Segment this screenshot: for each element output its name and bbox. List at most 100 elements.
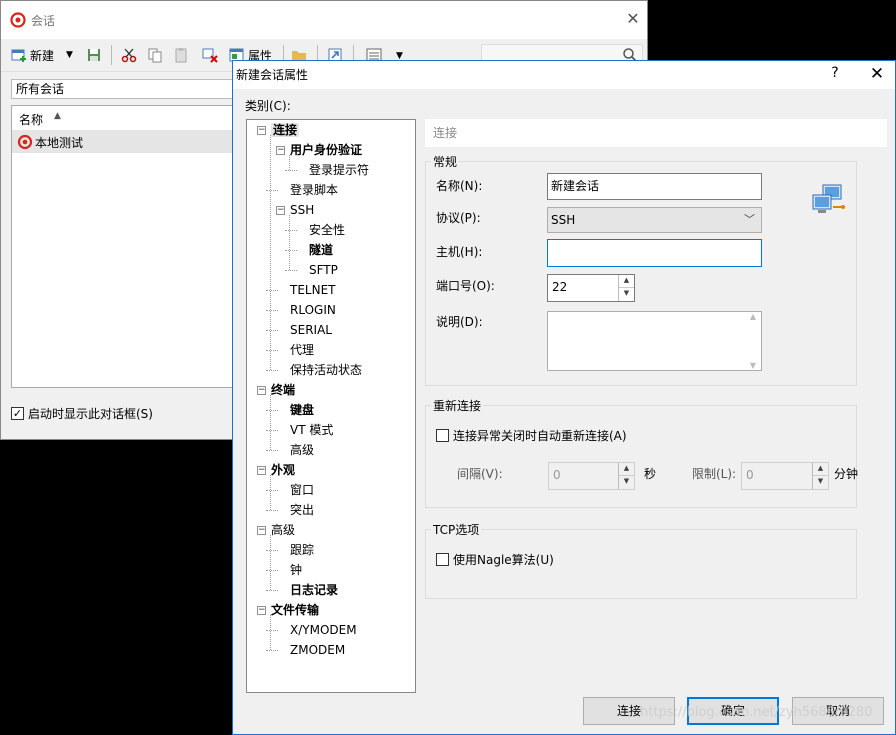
limit-stepper-buttons[interactable]: ▲ ▼ <box>812 463 828 489</box>
spin-up-icon[interactable]: ▲ <box>619 463 634 476</box>
session-list-item[interactable]: 本地测试 <box>12 131 240 153</box>
tree-item-label: 用户身份验证 <box>290 143 363 157</box>
spin-down-icon[interactable]: ▼ <box>813 476 828 489</box>
copy-icon[interactable] <box>147 47 163 63</box>
spin-down-icon[interactable]: ▼ <box>619 288 634 301</box>
session-properties-dialog: 新建会话属性 ? ✕ 类别(C): 连接 − 用户身份验证 − 登录提示符 登录脚本 SSH… <box>232 60 896 735</box>
session-window-titlebar: 会话 ✕ <box>1 1 647 39</box>
tree-item[interactable]: 保持活动状态 <box>290 360 362 380</box>
show-on-startup-checkbox[interactable]: ✓ <box>11 407 24 420</box>
category-label: 类别(C): <box>245 99 291 113</box>
auto-reconnect-option[interactable]: 连接异常关闭时自动重新连接(A) <box>436 427 627 444</box>
tree-connector <box>289 155 290 170</box>
tree-item[interactable]: TELNET <box>290 280 336 300</box>
tree-item[interactable]: 终端 <box>271 380 295 400</box>
limit-stepper[interactable]: 0 ▲ ▼ <box>741 462 829 490</box>
tree-item[interactable]: 安全性 <box>309 220 345 240</box>
scrollbar[interactable]: ▲ ▼ <box>745 312 761 370</box>
tree-connector <box>270 395 271 450</box>
toolbar-separator <box>111 45 112 65</box>
tree-item[interactable]: SSH <box>290 200 314 220</box>
tree-item-label: TELNET <box>290 283 336 297</box>
chevron-down-icon[interactable]: ▼ <box>66 50 73 60</box>
tree-connector <box>285 170 297 171</box>
page-heading: 连接 <box>425 119 887 147</box>
paste-icon[interactable] <box>173 47 189 63</box>
session-folder-path[interactable]: 所有会话 <box>11 79 241 99</box>
tree-item[interactable]: ZMODEM <box>290 640 345 660</box>
tree-item[interactable]: 外观 <box>271 460 295 480</box>
nagle-option[interactable]: 使用Nagle算法(U) <box>436 551 554 568</box>
tree-connector <box>266 550 278 551</box>
session-list-header[interactable]: 名称 ▲ <box>12 106 240 131</box>
dialog-close-button[interactable]: ✕ <box>867 64 887 84</box>
new-session-button[interactable]: 新建 ▼ <box>11 43 73 67</box>
collapse-icon[interactable]: − <box>257 466 266 475</box>
session-window-title: 会话 <box>31 14 56 28</box>
show-on-startup-option[interactable]: ✓ 启动时显示此对话框(S) <box>11 405 153 422</box>
help-button[interactable]: ? <box>825 65 845 85</box>
tree-connector <box>266 430 278 431</box>
cut-icon[interactable] <box>121 47 137 63</box>
description-textarea[interactable]: ▲ ▼ <box>547 311 762 371</box>
tree-connector <box>285 270 297 271</box>
tree-item[interactable]: 高级 <box>290 440 314 460</box>
tree-connector <box>289 215 290 270</box>
collapse-icon[interactable]: − <box>276 206 285 215</box>
spin-up-icon[interactable]: ▲ <box>813 463 828 476</box>
protocol-select[interactable]: SSH ﹀ <box>547 207 762 233</box>
session-window-close-button[interactable]: ✕ <box>623 9 643 29</box>
column-header-name[interactable]: 名称 <box>19 111 43 128</box>
tree-item[interactable]: 窗口 <box>290 480 314 500</box>
tree-item-label: 代理 <box>290 343 315 357</box>
collapse-icon[interactable]: − <box>257 386 266 395</box>
collapse-icon[interactable]: − <box>276 146 285 155</box>
host-input[interactable] <box>547 239 762 267</box>
spin-up-icon[interactable]: ▲ <box>619 275 634 288</box>
tree-item[interactable]: 连接 <box>271 120 300 140</box>
tree-connector <box>266 630 278 631</box>
port-stepper-buttons[interactable]: ▲ ▼ <box>618 275 634 301</box>
tree-item[interactable]: 登录脚本 <box>290 180 338 200</box>
tree-item[interactable]: 登录提示符 <box>309 160 369 180</box>
tree-item[interactable]: 突出 <box>290 500 314 520</box>
interval-stepper[interactable]: 0 ▲ ▼ <box>548 462 635 490</box>
tree-item[interactable]: 日志记录 <box>290 580 338 600</box>
collapse-icon[interactable]: − <box>257 526 266 535</box>
tree-item[interactable]: 键盘 <box>290 400 314 420</box>
tree-item[interactable]: 高级 <box>271 520 295 540</box>
delete-icon[interactable] <box>202 47 218 63</box>
tree-connector <box>285 250 297 251</box>
interval-stepper-buttons[interactable]: ▲ ▼ <box>618 463 634 489</box>
tree-item[interactable]: 隧道 <box>309 240 333 260</box>
tree-item-label: ZMODEM <box>290 643 346 657</box>
tree-item[interactable]: 文件传输 <box>271 600 319 620</box>
tree-item-label: 键盘 <box>290 403 315 417</box>
tree-connector <box>285 230 297 231</box>
tree-item[interactable]: SFTP <box>309 260 338 280</box>
tree-item[interactable]: SERIAL <box>290 320 332 340</box>
tree-item-label: SSH <box>290 203 315 217</box>
save-icon[interactable] <box>86 47 102 63</box>
network-computers-icon <box>812 184 845 213</box>
auto-reconnect-checkbox[interactable] <box>436 429 449 442</box>
tree-connector <box>266 290 278 291</box>
spin-down-icon[interactable]: ▼ <box>619 476 634 489</box>
tree-item[interactable]: 跟踪 <box>290 540 314 560</box>
nagle-checkbox[interactable] <box>436 553 449 566</box>
nagle-label: 使用Nagle算法(U) <box>453 553 554 567</box>
host-label: 主机(H): <box>436 245 483 259</box>
tree-connector <box>270 535 271 590</box>
protocol-label: 协议(P): <box>436 211 481 225</box>
tree-item[interactable]: RLOGIN <box>290 300 336 320</box>
collapse-icon[interactable]: − <box>257 126 266 135</box>
collapse-icon[interactable]: − <box>257 606 266 615</box>
tree-connector <box>266 650 278 651</box>
tree-item[interactable]: 用户身份验证 <box>290 140 362 160</box>
tree-item[interactable]: 代理 <box>290 340 314 360</box>
tree-item[interactable]: X/YMODEM <box>290 620 357 640</box>
port-stepper[interactable]: 22 ▲ ▼ <box>547 274 635 302</box>
tree-item[interactable]: 钟 <box>290 560 302 580</box>
tree-item[interactable]: VT 模式 <box>290 420 333 440</box>
session-name-input[interactable]: 新建会话 <box>547 173 762 200</box>
